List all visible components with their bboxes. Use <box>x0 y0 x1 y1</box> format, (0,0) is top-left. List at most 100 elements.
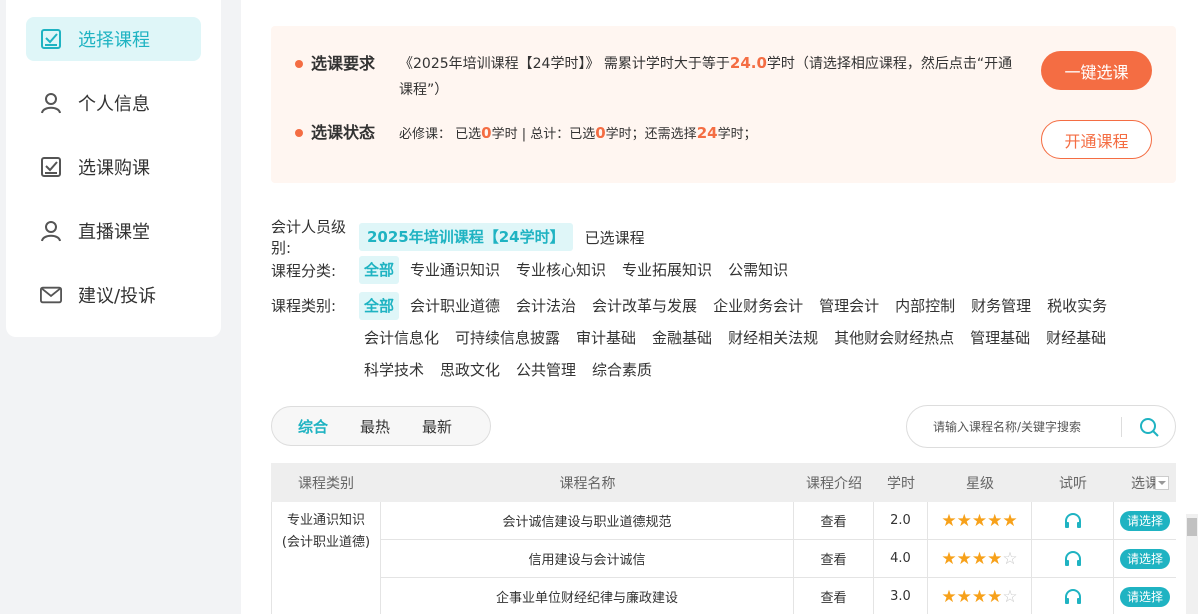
type-chip[interactable]: 其他财会财经热点 <box>829 324 959 352</box>
select-course-button[interactable]: 请选择 <box>1119 548 1170 569</box>
sort-tabs: 综合 最热 最新 <box>271 406 491 446</box>
course-name: 信用建设与会计诚信 <box>381 540 794 577</box>
header-category: 课程类别 <box>298 475 354 492</box>
sort-tab-newest[interactable]: 最新 <box>422 416 452 437</box>
headphones-icon[interactable] <box>1064 588 1082 606</box>
one-click-select-button[interactable]: 一键选课 <box>1041 51 1152 90</box>
type-chip[interactable]: 财经相关法规 <box>723 324 823 352</box>
star-icon: ★ <box>987 586 1003 607</box>
header-name: 课程名称 <box>559 475 616 492</box>
type-chip[interactable]: 科学技术 <box>359 356 429 384</box>
type-chip[interactable]: 会计职业道德 <box>405 292 505 320</box>
type-chip[interactable]: 全部 <box>359 292 400 320</box>
table-row: 会计诚信建设与职业道德规范 查看 2.0 ★★★★★ 请选择 <box>381 502 1176 540</box>
type-filter: 课程类别: 全部 会计职业道德 会计法治 会计改革与发展 企业财务会计 管理会计 内部控制财… <box>271 292 1169 384</box>
column-dropdown-icon[interactable] <box>1155 476 1169 490</box>
type-chip[interactable]: 会计信息化 <box>359 324 444 352</box>
course-intro-link[interactable]: 查看 <box>794 578 874 614</box>
type-chip[interactable]: 财务管理 <box>966 292 1036 320</box>
sidebar-item-buy-course[interactable]: 选课购课 <box>26 145 201 189</box>
requirement-text: 《2025年培训课程【24学时】》 需累计学时大于等于24.0学时（请选择相应课… <box>399 50 1019 103</box>
sidebar-item-label: 建议/投诉 <box>78 286 157 307</box>
course-hours: 2.0 <box>874 502 928 539</box>
star-icon: ★ <box>971 548 988 569</box>
category-cell: 专业通识知识 (会计职业道德) <box>271 502 381 614</box>
type-chip[interactable]: 审计基础 <box>571 324 641 352</box>
category-chip[interactable]: 专业通识知识 <box>405 256 505 284</box>
star-icon: ★ <box>987 510 1003 531</box>
table-rows: 会计诚信建设与职业道德规范 查看 2.0 ★★★★★ 请选择 信用建设与会计诚信 查看 4.0… <box>381 502 1176 614</box>
type-chip[interactable]: 企业财务会计 <box>708 292 808 320</box>
star-icon: ★ <box>971 510 988 531</box>
star-rating: ★★★★★ <box>928 502 1032 539</box>
category-chip[interactable]: 公需知识 <box>723 256 793 284</box>
sidebar-item-label: 个人信息 <box>78 94 150 115</box>
sidebar-item-feedback[interactable]: 建议/投诉 <box>26 273 201 317</box>
sidebar: 选择课程 个人信息 选课购课 直播课堂 建议/投诉 <box>6 0 221 337</box>
type-chip[interactable]: 思政文化 <box>435 356 505 384</box>
table-row: 信用建设与会计诚信 查看 4.0 ★★★★☆ 请选择 <box>381 540 1176 578</box>
sort-tab-hottest[interactable]: 最热 <box>360 416 390 437</box>
bullet-dot <box>295 60 303 68</box>
type-chip[interactable]: 公共管理 <box>511 356 581 384</box>
type-chip[interactable]: 可持续信息披露 <box>450 324 565 352</box>
search-icon[interactable] <box>1136 414 1162 440</box>
user-icon <box>40 92 62 114</box>
preview-cell <box>1032 540 1114 577</box>
header-hours: 学时 <box>887 475 915 492</box>
course-hours: 3.0 <box>874 578 928 614</box>
course-intro-link[interactable]: 查看 <box>794 540 874 577</box>
star-icon: ★ <box>1002 510 1018 531</box>
open-course-button[interactable]: 开通课程 <box>1041 120 1152 159</box>
star-icon: ☆ <box>1002 548 1018 569</box>
type-chip[interactable]: 综合素质 <box>587 356 657 384</box>
table-scrollbar[interactable] <box>1186 514 1198 614</box>
star-icon: ★ <box>971 586 988 607</box>
select-cell: 请选择 <box>1114 578 1176 614</box>
mail-icon <box>40 284 62 306</box>
select-course-button[interactable]: 请选择 <box>1119 510 1170 531</box>
table-header: 课程类别 课程名称 课程介绍 学时 星级 试听 选课 <box>271 463 1176 502</box>
star-icon: ☆ <box>1002 586 1018 607</box>
status-v2: 0 <box>595 124 606 142</box>
main-panel: 选课要求 《2025年培训课程【24学时】》 需累计学时大于等于24.0学时（请… <box>241 0 1200 614</box>
category-chip[interactable]: 全部 <box>359 256 400 284</box>
sort-tab-overall[interactable]: 综合 <box>298 416 328 437</box>
category-filter: 课程分类: 全部 专业通识知识 专业核心知识 专业拓展知识 公需知识 <box>271 256 1169 284</box>
user-icon <box>40 220 62 242</box>
status-v1: 0 <box>481 124 492 142</box>
star-rating: ★★★★☆ <box>928 578 1032 614</box>
type-chip[interactable]: 税收实务 <box>1042 292 1112 320</box>
type-chip[interactable]: 会计改革与发展 <box>587 292 702 320</box>
scrollbar-thumb[interactable] <box>1187 518 1197 536</box>
requirement-box: 选课要求 《2025年培训课程【24学时】》 需累计学时大于等于24.0学时（请… <box>271 26 1176 183</box>
headphones-icon[interactable] <box>1064 550 1082 568</box>
star-icon: ★ <box>956 510 972 531</box>
category-chip[interactable]: 专业核心知识 <box>511 256 611 284</box>
selected-courses-link[interactable]: 已选课程 <box>585 227 645 248</box>
status-t4: 学时； <box>717 127 757 142</box>
requirement-prefix: 《2025年培训课程【24学时】》 需累计学时大于等于 <box>399 56 730 72</box>
star-icons: ★★★★☆ <box>941 587 1017 607</box>
sidebar-item-personal-info[interactable]: 个人信息 <box>26 81 201 125</box>
type-chip[interactable]: 内部控制 <box>890 292 960 320</box>
category-chip[interactable]: 专业拓展知识 <box>617 256 717 284</box>
level-selected-chip[interactable]: 2025年培训课程【24学时】 <box>359 223 573 251</box>
required-hours: 24.0 <box>729 54 767 72</box>
type-chip[interactable]: 管理会计 <box>814 292 884 320</box>
sidebar-item-select-course[interactable]: 选择课程 <box>26 17 201 61</box>
type-chip[interactable]: 管理基础 <box>965 324 1035 352</box>
course-intro-link[interactable]: 查看 <box>794 502 874 539</box>
type-chip[interactable]: 金融基础 <box>647 324 717 352</box>
select-course-button[interactable]: 请选择 <box>1119 586 1170 607</box>
type-chip[interactable]: 会计法治 <box>511 292 581 320</box>
type-chip[interactable]: 财经基础 <box>1041 324 1111 352</box>
sidebar-item-live-class[interactable]: 直播课堂 <box>26 209 201 253</box>
table-row: 企事业单位财经纪律与廉政建设 查看 3.0 ★★★★☆ 请选择 <box>381 578 1176 614</box>
search-input[interactable] <box>933 419 1113 434</box>
header-preview: 试听 <box>1059 475 1087 492</box>
star-icon: ★ <box>941 548 957 569</box>
table-body: 专业通识知识 (会计职业道德) 会计诚信建设与职业道德规范 查看 2.0 ★★★★★ 请… <box>271 502 1176 614</box>
preview-cell <box>1032 578 1114 614</box>
headphones-icon[interactable] <box>1064 512 1082 530</box>
